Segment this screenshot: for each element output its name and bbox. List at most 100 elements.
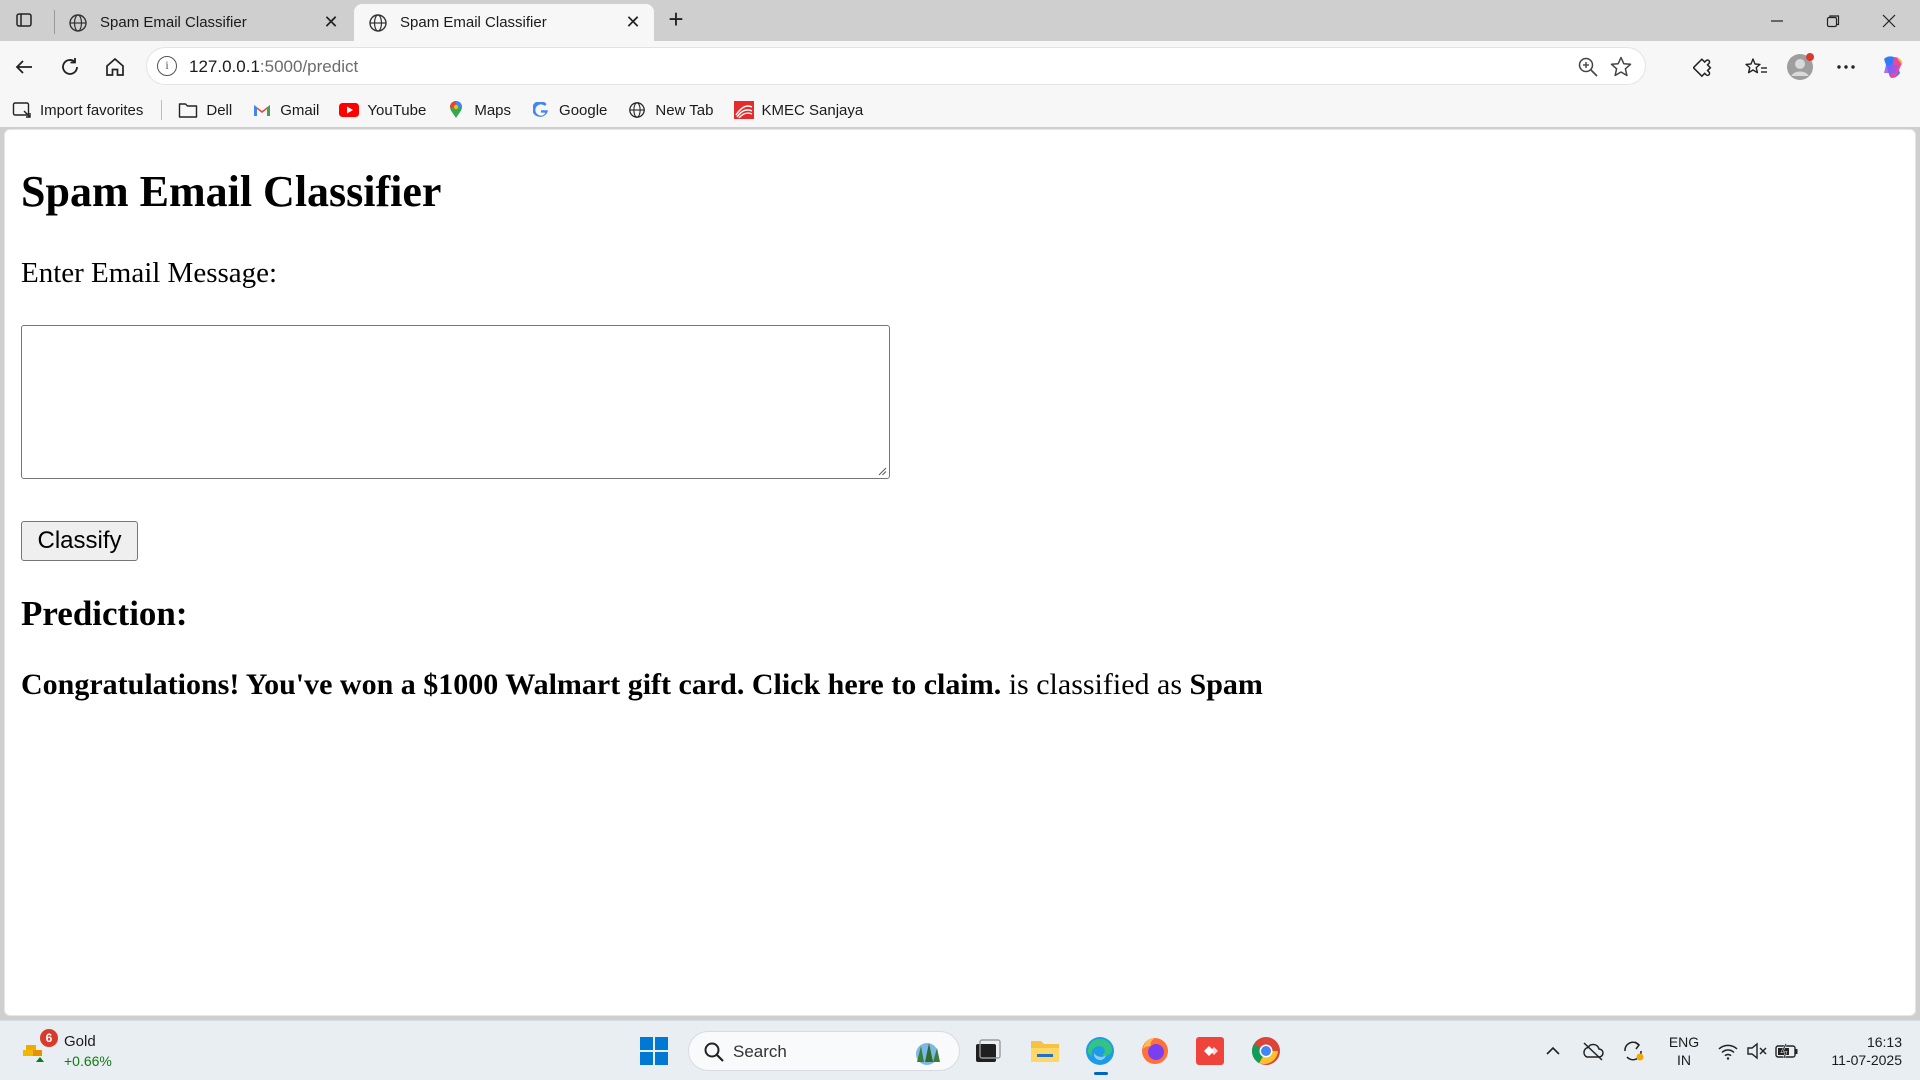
clock-time: 16:13	[1866, 1034, 1902, 1050]
resize-grip-icon[interactable]	[877, 466, 887, 476]
tab-title: Spam Email Classifier	[100, 14, 247, 31]
task-view-button[interactable]	[968, 1031, 1008, 1071]
email-message-textarea[interactable]	[21, 325, 890, 479]
kmec-logo-icon	[733, 101, 754, 119]
url-text[interactable]: 127.0.0.1:5000/predict	[189, 57, 358, 77]
globe-icon	[629, 102, 646, 118]
start-button[interactable]	[634, 1031, 674, 1071]
tab-title: Spam Email Classifier	[400, 14, 547, 31]
prediction-result: Congratulations! You've won a $1000 Walm…	[21, 668, 1263, 702]
widgets-button[interactable]: 6 Gold +0.66%	[22, 1029, 132, 1073]
minimize-icon	[1771, 19, 1783, 22]
chrome-button[interactable]	[1246, 1031, 1286, 1071]
restore-icon	[1826, 14, 1840, 27]
puzzle-icon	[1693, 58, 1712, 78]
battery-button[interactable]	[1774, 1039, 1800, 1063]
bookmark-label: KMEC Sanjaya	[761, 101, 864, 119]
more-dots-icon	[1837, 65, 1855, 69]
page-viewport: Spam Email Classifier Enter Email Messag…	[4, 129, 1916, 1016]
chevron-up-icon	[1546, 1046, 1560, 1055]
result-label: Spam	[1189, 668, 1263, 701]
tab-actions-button[interactable]	[10, 8, 38, 32]
firefox-button[interactable]	[1135, 1031, 1175, 1071]
favorites-button[interactable]	[1740, 51, 1772, 83]
bookmark-divider	[161, 100, 163, 120]
tab-strip: Spam Email Classifier ✕ Spam Email Class…	[0, 0, 1920, 41]
new-tab-button[interactable]: +	[662, 6, 690, 32]
search-icon	[704, 1042, 724, 1062]
favorites-bar: Import favorites Dell Gmail YouTube Maps…	[0, 93, 1920, 127]
address-bar[interactable]: i 127.0.0.1:5000/predict	[146, 47, 1646, 85]
anydesk-button[interactable]	[1190, 1031, 1230, 1071]
firefox-icon	[1142, 1038, 1168, 1064]
tab-actions-icon	[16, 13, 32, 27]
bookmark-label: New Tab	[655, 101, 714, 119]
email-message-label: Enter Email Message:	[21, 257, 278, 289]
anydesk-icon	[1196, 1037, 1224, 1065]
bookmark-gmail[interactable]: Gmail	[252, 101, 319, 119]
clock-date: 11-07-2025	[1831, 1052, 1902, 1068]
language-indicator[interactable]: ENG IN	[1666, 1033, 1702, 1069]
bookmark-youtube[interactable]: YouTube	[339, 101, 426, 119]
import-icon	[12, 102, 31, 118]
favorite-star-icon[interactable]	[1609, 55, 1633, 79]
sync-button[interactable]	[1620, 1039, 1646, 1063]
browser-toolbar: i 127.0.0.1:5000/predict	[0, 41, 1920, 93]
result-connector: is classified as	[1001, 668, 1190, 701]
restore-button[interactable]	[1806, 0, 1860, 41]
battery-charging-icon	[1775, 1043, 1798, 1059]
search-placeholder: Search	[733, 1042, 787, 1061]
tab-spam-classifier-1[interactable]: Spam Email Classifier ✕	[54, 4, 352, 41]
system-clock[interactable]: 16:13 11-07-2025	[1812, 1033, 1902, 1069]
zoom-icon[interactable]	[1577, 56, 1599, 78]
youtube-icon	[339, 103, 360, 117]
globe-icon	[69, 13, 87, 32]
close-window-button[interactable]	[1862, 0, 1916, 41]
region-code: IN	[1677, 1052, 1691, 1068]
bookmark-label: Dell	[206, 101, 233, 119]
page-title: Spam Email Classifier	[21, 167, 442, 216]
wifi-button[interactable]	[1715, 1039, 1741, 1063]
bookmark-import-favorites[interactable]: Import favorites	[12, 101, 143, 119]
refresh-button[interactable]	[54, 51, 86, 83]
volume-muted-icon	[1747, 1042, 1767, 1060]
bookmark-kmec-sanjaya[interactable]: KMEC Sanjaya	[733, 101, 864, 119]
search-highlight-icon	[916, 1043, 940, 1065]
close-icon[interactable]: ✕	[322, 12, 340, 32]
taskbar: 6 Gold +0.66% Search ENG IN 16:13 11-07-…	[0, 1020, 1920, 1080]
bookmark-new-tab[interactable]: New Tab	[627, 101, 714, 119]
onedrive-button[interactable]	[1580, 1039, 1606, 1063]
back-arrow-icon	[15, 60, 32, 74]
language-code: ENG	[1668, 1034, 1700, 1050]
bookmark-maps[interactable]: Maps	[446, 101, 511, 119]
bookmark-dell[interactable]: Dell	[178, 101, 232, 119]
refresh-icon	[62, 58, 78, 75]
globe-icon	[369, 13, 387, 32]
bookmark-google[interactable]: Google	[531, 101, 607, 119]
back-button[interactable]	[8, 51, 40, 83]
copilot-button[interactable]	[1876, 51, 1908, 83]
prediction-heading: Prediction:	[21, 594, 188, 633]
close-icon[interactable]: ✕	[624, 12, 642, 32]
tab-spam-classifier-2[interactable]: Spam Email Classifier ✕	[354, 4, 654, 41]
bookmark-label: Google	[559, 101, 608, 119]
minimize-button[interactable]	[1750, 0, 1804, 41]
show-hidden-icons-button[interactable]	[1540, 1039, 1566, 1063]
extensions-button[interactable]	[1688, 51, 1720, 83]
file-explorer-button[interactable]	[1025, 1031, 1065, 1071]
classify-button[interactable]: Classify	[21, 521, 138, 561]
bookmark-label: Maps	[474, 101, 512, 119]
url-host: 127.0.0.1	[189, 57, 260, 76]
volume-button[interactable]	[1744, 1039, 1770, 1063]
settings-more-button[interactable]	[1830, 51, 1862, 83]
site-info-icon[interactable]: i	[157, 56, 177, 76]
url-path: :5000/predict	[259, 57, 359, 76]
home-button[interactable]	[99, 51, 131, 83]
bookmark-label: YouTube	[367, 101, 427, 119]
taskbar-search[interactable]: Search	[688, 1031, 960, 1071]
notification-badge: 6	[40, 1029, 58, 1047]
edge-browser-button[interactable]	[1080, 1031, 1120, 1075]
profile-button[interactable]	[1784, 51, 1816, 83]
cloud-off-icon	[1583, 1042, 1604, 1061]
copilot-icon	[1884, 56, 1903, 78]
